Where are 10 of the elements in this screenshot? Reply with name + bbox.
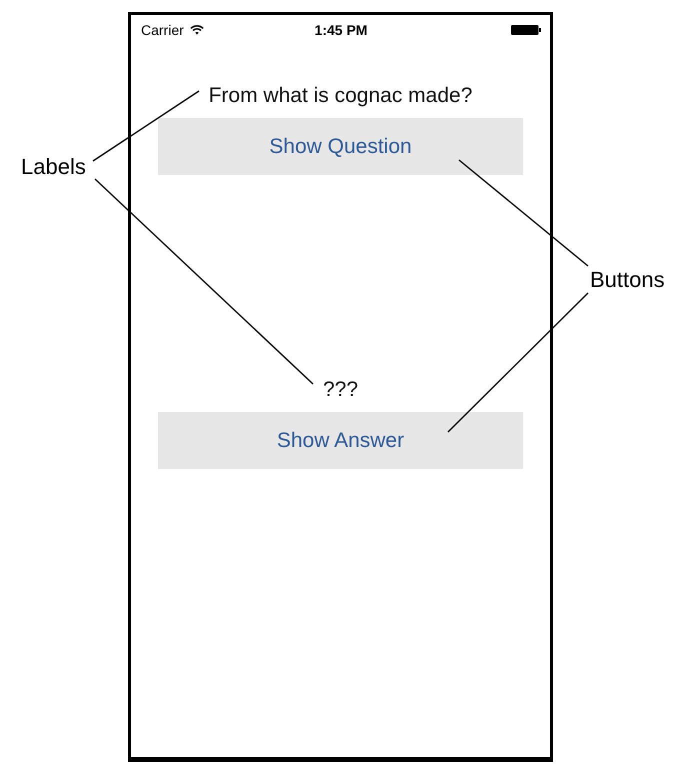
text-label: From what is cognac made? — [208, 84, 472, 108]
status-time: 1:45 PM — [314, 22, 368, 38]
wifi-icon — [190, 25, 204, 35]
battery-icon — [511, 25, 541, 35]
carrier-name: Carrier — [141, 22, 184, 38]
show-button[interactable]: Show Question — [158, 118, 523, 175]
show-button[interactable]: Show Answer — [158, 412, 523, 469]
text-label: ??? — [322, 378, 358, 402]
callout-text: Labels — [21, 154, 86, 180]
callout-text: Buttons — [590, 267, 665, 293]
